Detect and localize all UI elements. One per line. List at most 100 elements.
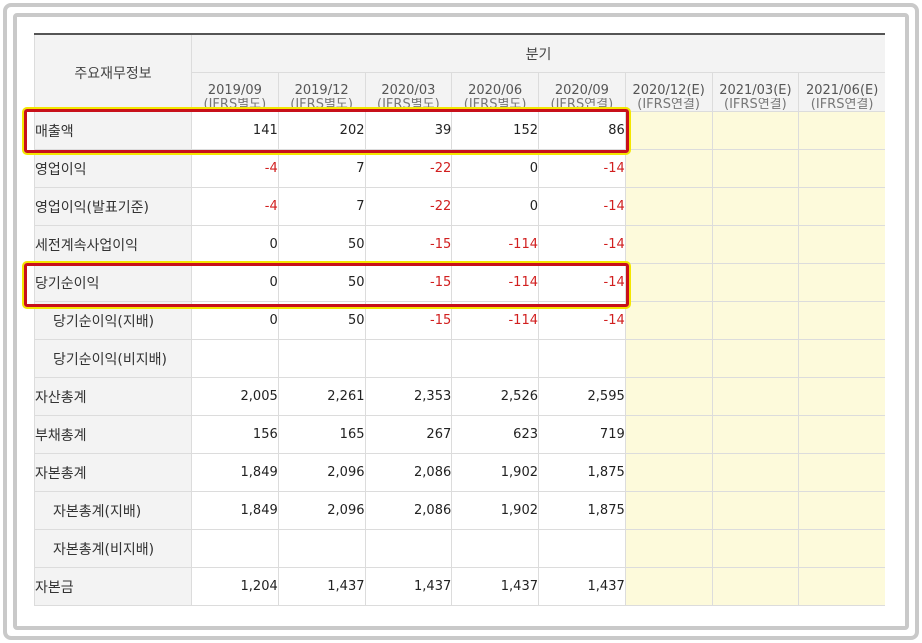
value-cell: 50 <box>277 263 366 302</box>
row-label: 영업이익(발표기준) <box>34 187 192 226</box>
period-date: 2019/09 <box>207 83 262 98</box>
value-cell: -15 <box>364 225 453 264</box>
value-cell: 39 <box>364 111 453 150</box>
row-label: 세전계속사업이익 <box>34 225 192 264</box>
value-cell <box>798 187 885 226</box>
value-cell: -15 <box>364 263 453 302</box>
period-header: 2019/09 (IFRS별도) <box>191 72 279 112</box>
table-row: 자본금 1,204 1,437 1,437 1,437 1,437 <box>34 567 885 606</box>
value-cell: 1,875 <box>538 453 626 492</box>
value-cell <box>277 529 366 568</box>
value-cell: -15 <box>364 301 453 340</box>
period-basis: (IFRS연결) <box>810 98 874 111</box>
value-cell <box>798 149 885 188</box>
value-cell: -14 <box>538 301 626 340</box>
value-cell <box>798 111 885 150</box>
period-date: 2020/06 <box>468 83 523 98</box>
value-cell: 1,849 <box>191 491 279 530</box>
period-date: 2019/12 <box>294 83 349 98</box>
period-basis: (IFRS별도) <box>377 98 440 111</box>
value-cell: 0 <box>451 149 539 188</box>
value-cell: 50 <box>277 301 366 340</box>
value-cell: 1,204 <box>191 567 279 606</box>
value-cell: 2,005 <box>191 377 279 416</box>
value-cell <box>711 529 800 568</box>
row-label: 자본금 <box>34 567 192 606</box>
period-header: 2021/03(E) (IFRS연결) <box>711 72 800 112</box>
value-cell <box>624 377 713 416</box>
table-row: 매출액 141 202 39 152 86 <box>34 111 885 150</box>
value-cell: -14 <box>538 149 626 188</box>
value-cell <box>711 415 800 454</box>
value-cell <box>711 149 800 188</box>
period-header: 2020/12(E) (IFRS연결) <box>624 72 713 112</box>
value-cell: 0 <box>191 301 279 340</box>
value-cell: 0 <box>191 263 279 302</box>
value-cell: 1,902 <box>451 491 539 530</box>
value-cell: -114 <box>451 301 539 340</box>
row-label: 당기순이익(비지배) <box>34 339 192 378</box>
value-cell: -14 <box>538 225 626 264</box>
value-cell: 50 <box>277 225 366 264</box>
value-cell <box>624 339 713 378</box>
period-date: 2020/12(E) <box>632 83 705 98</box>
row-label: 자본총계 <box>34 453 192 492</box>
value-cell <box>711 453 800 492</box>
value-cell <box>711 263 800 302</box>
value-cell <box>191 339 279 378</box>
value-cell: 2,526 <box>451 377 539 416</box>
table-row: 당기순이익(지배) 0 50 -15 -114 -14 <box>34 301 885 340</box>
table-row: 자산총계 2,005 2,261 2,353 2,526 2,595 <box>34 377 885 416</box>
quarterly-group-header: 분기 <box>190 33 885 73</box>
table-row: 영업이익 -4 7 -22 0 -14 <box>34 149 885 188</box>
period-basis: (IFRS별도) <box>203 98 267 111</box>
value-cell <box>624 263 713 302</box>
value-cell: 86 <box>538 111 626 150</box>
table-row: 자본총계 1,849 2,096 2,086 1,902 1,875 <box>34 453 885 492</box>
value-cell: 202 <box>277 111 366 150</box>
row-label: 영업이익 <box>34 149 192 188</box>
period-header: 2020/09 (IFRS연결) <box>538 72 626 112</box>
value-cell <box>624 225 713 264</box>
row-label: 자본총계(지배) <box>34 491 192 530</box>
period-date: 2020/03 <box>381 83 436 98</box>
table-row: 자본총계(비지배) <box>34 529 885 568</box>
value-cell: 1,902 <box>451 453 539 492</box>
table-row: 부채총계 156 165 267 623 719 <box>34 415 885 454</box>
value-cell <box>711 567 800 606</box>
value-cell <box>538 339 626 378</box>
row-label: 당기순이익 <box>34 263 192 302</box>
row-label: 매출액 <box>34 111 192 150</box>
value-cell <box>624 111 713 150</box>
value-cell <box>798 377 885 416</box>
inner-frame: 주요재무정보 분기 2019/09 (IFRS별도) 2019/12 (IFRS별도)… <box>13 13 909 630</box>
value-cell <box>798 529 885 568</box>
value-cell: 141 <box>191 111 279 150</box>
value-cell: -22 <box>364 187 453 226</box>
value-cell: 165 <box>277 415 366 454</box>
period-date: 2020/09 <box>554 83 609 98</box>
value-cell <box>624 187 713 226</box>
value-cell: 2,096 <box>277 491 366 530</box>
value-cell: 719 <box>538 415 626 454</box>
value-cell: -14 <box>538 187 626 226</box>
value-cell: -4 <box>191 187 279 226</box>
value-cell <box>624 529 713 568</box>
value-cell: 2,096 <box>277 453 366 492</box>
value-cell <box>624 415 713 454</box>
value-cell <box>711 225 800 264</box>
value-cell: 1,437 <box>538 567 626 606</box>
value-cell: 0 <box>191 225 279 264</box>
label-column-header: 주요재무정보 <box>34 33 192 112</box>
period-basis: (IFRS연결) <box>637 98 700 111</box>
value-cell <box>364 339 453 378</box>
value-cell: 2,595 <box>538 377 626 416</box>
value-cell <box>798 453 885 492</box>
value-cell <box>798 339 885 378</box>
value-cell: 2,261 <box>277 377 366 416</box>
table-row: 당기순이익 0 50 -15 -114 -14 <box>34 263 885 302</box>
financial-table-container: 주요재무정보 분기 2019/09 (IFRS별도) 2019/12 (IFRS별도)… <box>34 33 885 626</box>
value-cell: 7 <box>277 149 366 188</box>
value-cell <box>364 529 453 568</box>
row-label: 당기순이익(지배) <box>34 301 192 340</box>
